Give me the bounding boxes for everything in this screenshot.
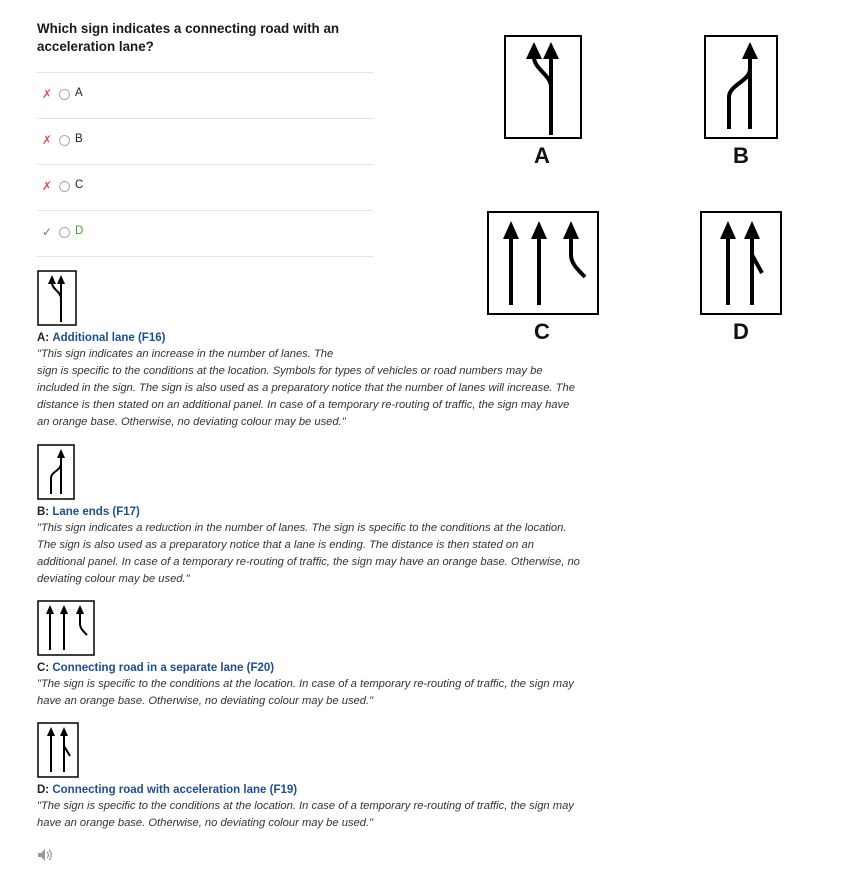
option-label-c: C (75, 179, 84, 191)
radio-a[interactable] (59, 89, 70, 100)
explanation-heading: B: Lane ends (F17) (37, 504, 582, 520)
explanation-link-b[interactable]: Lane ends (F17) (52, 506, 140, 518)
radio-d[interactable] (59, 227, 70, 238)
explanation-quote-b: "This sign indicates a reduction in the … (37, 522, 580, 585)
sign-b-thumbnail (37, 444, 75, 500)
option-d[interactable]: ✓ D (37, 210, 373, 257)
answer-options: ✗ A ✗ B ✗ C ✓ D (37, 72, 373, 257)
wrong-icon: ✗ (42, 133, 53, 147)
explanation-letter: B: (37, 506, 50, 518)
explanation-heading: D: Connecting road with acceleration lan… (37, 782, 582, 798)
sign-a-image (504, 35, 582, 139)
sign-b-caption: B (733, 143, 749, 168)
sign-d-image (700, 211, 782, 315)
check-icon: ✓ (42, 225, 53, 239)
explanation-link-d[interactable]: Connecting road with acceleration lane (… (52, 784, 297, 796)
explanation-quote-d: "The sign is specific to the conditions … (37, 800, 574, 829)
explanation-d: D: Connecting road with acceleration lan… (37, 722, 582, 832)
sign-d-thumbnail (37, 722, 79, 778)
sign-a-caption: A (534, 143, 550, 168)
sign-c-thumbnail (37, 600, 95, 656)
explanation-heading: C: Connecting road in a separate lane (F… (37, 660, 582, 676)
speaker-icon[interactable] (37, 848, 55, 862)
explanation-link-c[interactable]: Connecting road in a separate lane (F20) (52, 662, 274, 674)
option-label-b: B (75, 133, 83, 145)
question-text: Which sign indicates a connecting road w… (37, 21, 340, 54)
wrong-icon: ✗ (42, 179, 53, 193)
explanation-quote-a: "This sign indicates an increase in the … (37, 346, 582, 431)
radio-b[interactable] (59, 135, 70, 146)
sign-a-thumbnail (37, 270, 77, 326)
explanation-a: A: Additional lane (F16) "This sign indi… (37, 270, 582, 431)
wrong-icon: ✗ (42, 87, 53, 101)
option-label-d: D (75, 225, 84, 237)
option-a[interactable]: ✗ A (37, 72, 373, 118)
sign-b-image (704, 35, 778, 139)
explanation-letter: D: (37, 784, 50, 796)
radio-c[interactable] (59, 181, 70, 192)
option-c[interactable]: ✗ C (37, 164, 373, 210)
explanation-letter: A: (37, 332, 50, 344)
sign-d-caption: D (733, 319, 749, 344)
explanation-letter: C: (37, 662, 50, 674)
explanation-c: C: Connecting road in a separate lane (F… (37, 600, 582, 710)
explanation-quote-a-rest: sign is specific to the conditions at th… (37, 365, 575, 428)
explanation-quote-a-first: "This sign indicates an increase in the … (37, 348, 334, 360)
option-b[interactable]: ✗ B (37, 118, 373, 164)
option-label-a: A (75, 87, 83, 99)
explanation-quote-c: "The sign is specific to the conditions … (37, 678, 574, 707)
explanation-heading: A: Additional lane (F16) (37, 330, 582, 346)
explanation-link-a[interactable]: Additional lane (F16) (52, 332, 165, 344)
explanation-b: B: Lane ends (F17) "This sign indicates … (37, 444, 582, 588)
